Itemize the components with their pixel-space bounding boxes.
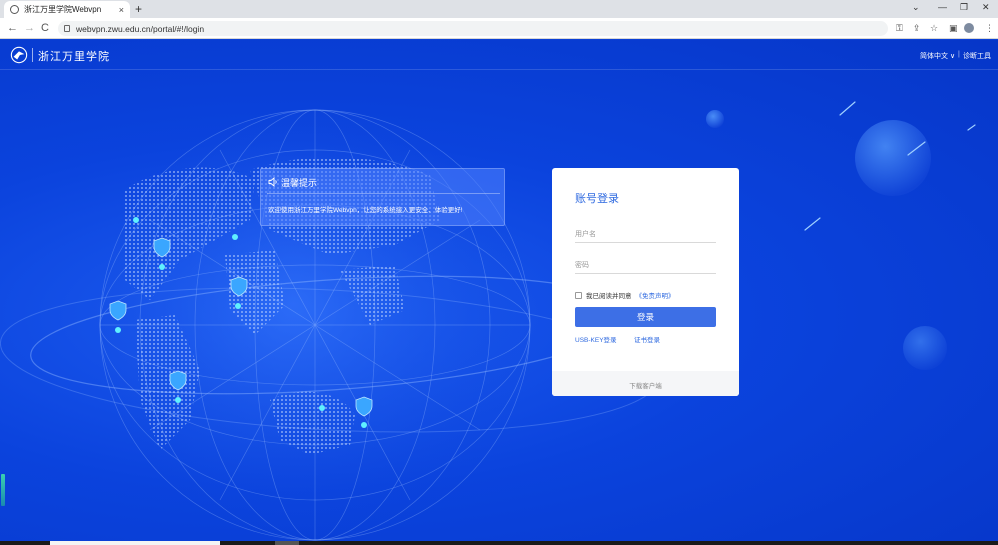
usbkey-login-link[interactable]: USB-KEY登录 (575, 334, 617, 344)
site-name: 浙江万里学院 (38, 51, 110, 63)
screen: 浙江万里学院Webvpn × + ⌄ — ❐ ✕ ← → C webvpn.zw… (0, 0, 998, 545)
key-icon[interactable]: ⚿ (896, 23, 903, 34)
password-input[interactable] (575, 258, 716, 274)
language-selector[interactable]: 简体中文 ∨ (920, 51, 955, 61)
globe-illustration (0, 101, 976, 541)
login-button[interactable]: 登录 (575, 307, 716, 327)
disclaimer-link[interactable]: 《免责声明》 (636, 290, 675, 300)
login-title: 账号登录 (575, 193, 619, 205)
tab-title: 浙江万里学院Webvpn (24, 5, 102, 14)
site-header: 浙江万里学院 简体中文 ∨ | 诊断工具 (0, 40, 998, 70)
diagnostics-link[interactable]: 诊断工具 (963, 51, 991, 61)
side-indicator (1, 474, 5, 506)
taskbar-app[interactable] (275, 541, 299, 545)
cert-login-link[interactable]: 证书登录 (634, 334, 660, 344)
minimize-icon[interactable]: — (938, 2, 947, 12)
browser-tabstrip: 浙江万里学院Webvpn × + ⌄ — ❐ ✕ (0, 0, 998, 18)
side-panel-icon[interactable]: ▣ (949, 23, 958, 34)
agree-checkbox[interactable] (575, 291, 582, 299)
share-icon[interactable]: ⇪ (913, 23, 921, 34)
lock-icon[interactable] (64, 25, 70, 32)
notice-title: 温馨提示 (281, 178, 318, 188)
forward-icon[interactable]: → (24, 21, 35, 35)
new-tab-button[interactable]: + (135, 1, 142, 17)
address-bar[interactable]: webvpn.zwu.edu.cn/portal/#!/login (58, 21, 888, 36)
agreement-row: 我已阅读并同意 《免责声明》 (575, 290, 675, 300)
browser-tab[interactable]: 浙江万里学院Webvpn × (4, 1, 130, 18)
reload-icon[interactable]: C (41, 21, 49, 35)
username-input[interactable] (575, 227, 716, 243)
taskbar-search[interactable] (50, 541, 220, 545)
notice-panel: 温馨提示 欢迎使用浙江万里学院Webvpn，让您的系统接入更安全、体验更好! (260, 168, 505, 226)
tab-search-icon[interactable]: ⌄ (912, 2, 920, 13)
header-separator: | (958, 51, 960, 58)
card-footer: 下载客户端 (552, 371, 739, 396)
notice-text: 欢迎使用浙江万里学院Webvpn，让您的系统接入更安全、体验更好! (268, 207, 463, 214)
back-icon[interactable]: ← (7, 21, 18, 35)
agree-text: 我已阅读并同意 (586, 293, 632, 300)
taskbar (0, 541, 998, 545)
speaker-icon (268, 177, 277, 187)
download-client-link[interactable]: 下载客户端 (552, 380, 739, 390)
globe-icon (10, 5, 19, 14)
url-text: webvpn.zwu.edu.cn/portal/#!/login (76, 23, 205, 34)
close-window-icon[interactable]: ✕ (982, 2, 990, 13)
notice-divider (267, 193, 500, 194)
menu-icon[interactable]: ⋮ (985, 23, 994, 34)
restore-icon[interactable]: ❐ (960, 2, 968, 13)
star-icon[interactable]: ☆ (930, 23, 938, 34)
university-logo-icon (10, 46, 28, 64)
browser-toolbar: ← → C webvpn.zwu.edu.cn/portal/#!/login … (0, 18, 998, 39)
tab-close-icon[interactable]: × (119, 5, 124, 15)
login-card: 账号登录 我已阅读并同意 《免责声明》 登录 USB-KEY登录 证书登录 下载… (552, 168, 739, 396)
profile-avatar[interactable] (964, 23, 974, 33)
login-page: 浙江万里学院 简体中文 ∨ | 诊断工具 温馨提示 欢迎使用浙江万里学院Webv… (0, 40, 998, 541)
logo-divider (32, 48, 33, 62)
